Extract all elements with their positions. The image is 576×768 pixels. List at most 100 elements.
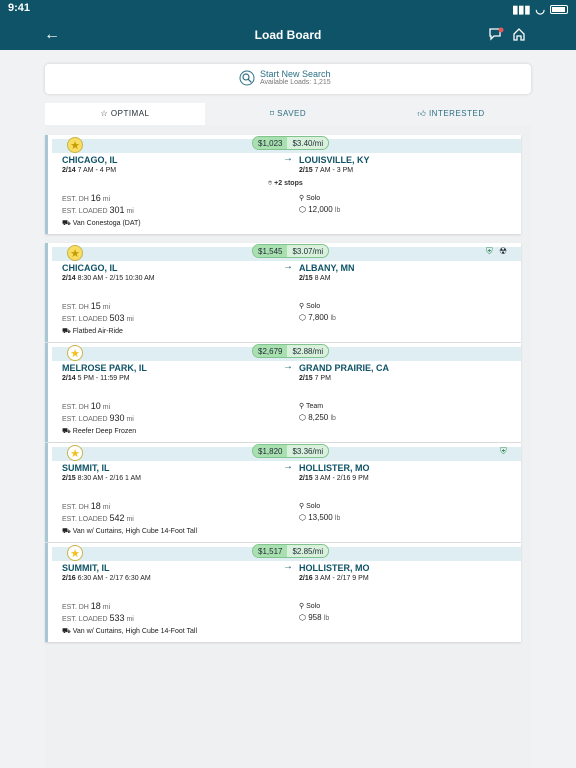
mi-unit: mi	[102, 304, 111, 311]
equipment: ⛟ Flatbed Air-Ride	[62, 327, 123, 336]
weight-value: 13,500	[308, 513, 333, 522]
price: $1,545	[253, 245, 288, 257]
mi-unit: mi	[102, 504, 111, 511]
origin-time: 2/14 5 PM - 11:59 PM	[62, 375, 130, 382]
driver-type: ⚲ Solo	[299, 502, 320, 510]
chat-icon[interactable]	[488, 27, 504, 46]
start-search-button[interactable]: Start New Search Available Loads: 1,215	[239, 69, 331, 86]
tab-interested-label: INTERESTED	[428, 109, 485, 118]
destination-window: 8 AM	[312, 275, 331, 282]
driver-type: ⚲ Solo	[299, 194, 320, 202]
mi-unit: mi	[126, 316, 134, 323]
origin-city: MELROSE PARK, IL	[62, 363, 147, 373]
arrow-right-icon: →	[283, 461, 293, 472]
driver-type: ⚲ Team	[299, 402, 323, 410]
origin-city: CHICAGO, IL	[62, 263, 118, 273]
est-dh-label: EST. DH	[62, 604, 89, 611]
price-pill: $1,517 $2.85/mi	[252, 544, 330, 558]
destination-city: HOLLISTER, MO	[299, 563, 370, 573]
tab-interested[interactable]: 👍︎ INTERESTED	[371, 103, 531, 125]
price: $1,820	[253, 445, 288, 457]
price-pill: $1,820 $3.36/mi	[252, 444, 330, 458]
weight: ⬡ 8,250 lb	[299, 413, 336, 422]
lb-unit: lb	[330, 315, 336, 322]
est-loaded: EST. LOADED 503 mi	[62, 313, 134, 323]
mi-unit: mi	[126, 616, 134, 623]
est-dh: EST. DH 10 mi	[62, 401, 110, 411]
price: $2,679	[253, 345, 288, 357]
star-icon[interactable]: ★	[67, 345, 83, 361]
est-loaded-value: 533	[109, 613, 125, 623]
mi-unit: mi	[102, 196, 111, 203]
truck-icon: ⛟	[62, 428, 73, 435]
truck-icon: ⛟	[62, 328, 73, 335]
origin-date: 2/14	[62, 375, 76, 382]
est-loaded-label: EST. LOADED	[62, 316, 108, 323]
est-dh-label: EST. DH	[62, 196, 89, 203]
est-dh-label: EST. DH	[62, 304, 89, 311]
driver-label: Solo	[306, 303, 321, 310]
est-dh-value: 18	[90, 601, 101, 611]
mi-unit: mi	[102, 604, 111, 611]
tab-saved[interactable]: ⌑ SAVED	[205, 103, 371, 125]
truck-icon: ⛟	[62, 220, 73, 227]
mi-unit: mi	[102, 404, 111, 411]
destination-time: 2/15 3 AM - 2/16 9 PM	[299, 475, 369, 482]
star-icon[interactable]: ★	[67, 137, 83, 153]
destination-date: 2/15	[299, 275, 313, 282]
origin-time: 2/14 8:30 AM - 2/15 10:30 AM	[62, 275, 155, 282]
price-pill: $2,679 $2.88/mi	[252, 344, 330, 358]
signal-icon: ▮▮▮	[512, 4, 531, 16]
destination-date: 2/16	[299, 575, 313, 582]
arrow-right-icon: →	[283, 261, 293, 272]
lb-unit: lb	[334, 207, 341, 214]
lb-unit: lb	[323, 615, 330, 622]
status-time: 9:41	[8, 2, 31, 14]
home-icon[interactable]	[512, 27, 526, 46]
est-loaded-value: 503	[109, 313, 125, 323]
est-loaded: EST. LOADED 930 mi	[62, 413, 134, 423]
est-dh-value: 18	[90, 501, 101, 511]
weight: ⬡ 12,000 lb	[299, 205, 340, 214]
available-loads: Available Loads: 1,215	[260, 79, 331, 86]
origin-window: 8:30 AM - 2/15 10:30 AM	[75, 275, 155, 282]
thumbs-up-icon: 👍︎	[417, 109, 429, 118]
driver-type: ⚲ Solo	[299, 602, 320, 610]
equipment: ⛟ Van w/ Curtains, High Cube 14-Foot Tal…	[62, 527, 197, 536]
search-box[interactable]: Start New Search Available Loads: 1,215	[45, 64, 531, 94]
est-loaded-value: 542	[109, 513, 125, 523]
driver-label: Team	[305, 403, 324, 410]
est-loaded: EST. LOADED 301 mi	[62, 205, 134, 215]
equipment-label: Van Conestoga (DAT)	[72, 220, 141, 227]
est-loaded-label: EST. LOADED	[62, 208, 108, 215]
status-bar: 9:41 ▮▮▮ ◡	[0, 0, 576, 16]
driver-label: Solo	[306, 503, 321, 510]
destination-time: 2/16 3 AM - 2/17 9 PM	[299, 575, 369, 582]
rate: $3.40/mi	[287, 137, 329, 149]
origin-date: 2/15	[62, 475, 76, 482]
star-icon[interactable]: ★	[67, 445, 83, 461]
est-dh-value: 10	[90, 401, 101, 411]
battery-icon	[550, 5, 568, 14]
rate: $2.88/mi	[287, 345, 329, 357]
star-icon[interactable]: ★	[67, 545, 83, 561]
origin-city: SUMMIT, IL	[62, 463, 110, 473]
destination-window: 7 AM - 3 PM	[312, 167, 354, 174]
origin-date: 2/16	[62, 575, 76, 582]
destination-date: 2/15	[299, 475, 313, 482]
est-loaded: EST. LOADED 533 mi	[62, 613, 134, 623]
driver-label: Solo	[306, 195, 321, 202]
origin-date: 2/14	[62, 167, 76, 174]
destination-time: 2/15 7 PM	[299, 375, 331, 382]
box-icon: ⬡	[299, 205, 309, 214]
origin-time: 2/14 7 AM - 4 PM	[62, 167, 116, 174]
status-icons: ▮▮▮ ◡	[512, 3, 568, 16]
star-icon[interactable]: ★	[67, 245, 83, 261]
wifi-icon: ◡	[535, 4, 545, 16]
box-icon: ⬡	[299, 413, 309, 422]
tab-optimal[interactable]: ☆ OPTIMAL	[45, 103, 205, 125]
shield-icon: ⛨	[486, 246, 493, 256]
truck-icon: ⛟	[62, 528, 73, 535]
lb-unit: lb	[330, 415, 336, 422]
box-icon: ⬡	[299, 513, 309, 522]
